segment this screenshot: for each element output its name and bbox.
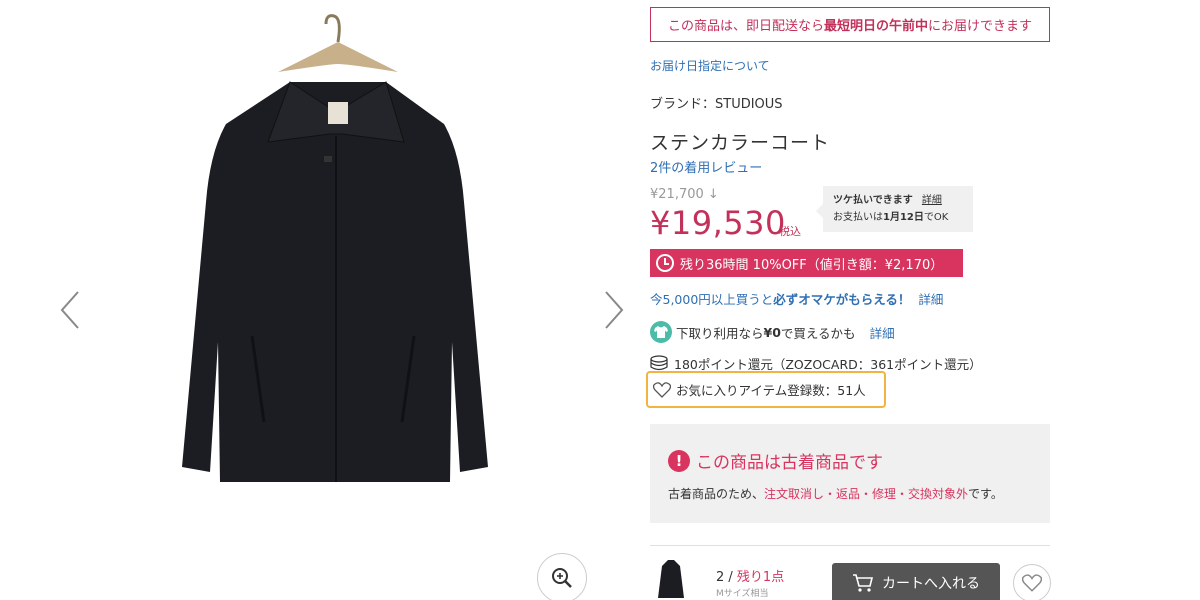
omake-emphasis: 必ずオマケがもらえる！ [773,292,911,307]
cart-icon [853,574,874,592]
delivery-date-link[interactable]: お届け日指定について [650,57,770,74]
tax-label: 税込 [779,225,801,238]
trade-in-promo: 下取り利用なら ¥0 で買えるかも 詳細 [650,320,895,344]
stock-status: 2 / 残り1点 [716,566,784,585]
zoom-in-icon [552,568,572,588]
product-gallery [0,0,640,600]
brand-line[interactable]: ブランド：STUDIOUS [650,93,783,112]
delivery-suffix: にお届けできます [928,19,1033,34]
delivery-emphasis: 最短明日の午前中 [823,19,928,34]
time-sale-banner: 残り36時間 10%OFF（値引き額：¥2,170） [650,249,963,277]
tsuke-line-prefix: お支払いは [833,212,883,223]
used-notice-title: この商品は古着商品です [696,453,883,473]
add-to-cart-label: カートへ入れる [882,576,980,592]
zoom-button[interactable] [537,553,587,600]
variant-thumbnail[interactable] [656,558,686,600]
points-info: 180ポイント還元（ZOZOCARD：361ポイント還元） [650,353,982,373]
tsuke-payment-tooltip: ツケ払いできます 詳細 お支払いは1月12日でOK [816,186,973,232]
next-image-arrow-icon[interactable] [598,288,628,332]
tsuke-title: ツケ払いできます [833,195,913,206]
current-price: ¥19,530 [650,204,786,242]
omake-detail-link[interactable]: 詳細 [918,292,943,307]
favorite-button[interactable] [1013,564,1051,600]
used-desc-prefix: 古着商品のため、 [668,487,765,501]
sale-text: 残り36時間 10%OFF（値引き額：¥2,170） [680,257,944,273]
used-item-notice: ! この商品は古着商品です 古着商品のため、注文取消し・返品・修理・交換対象外で… [650,424,1050,523]
trade-in-prefix: 下取り利用なら [676,325,764,341]
heart-icon [653,381,671,398]
heart-outline-icon [1022,574,1042,592]
delivery-notice: この商品は、即日配送なら 最短明日の午前中 にお届けできます [650,7,1050,42]
omake-prefix: 今5,000円以上買うと [650,292,774,307]
tsuke-line-suffix: でOK [923,212,949,223]
add-to-cart-button[interactable]: カートへ入れる [832,563,1000,600]
favorite-count[interactable]: お気に入りアイテム登録数：51人 [646,371,886,408]
reviews-link[interactable]: 2件の着用レビュー [650,157,762,176]
tsuke-date: 1月12日 [883,212,924,223]
trade-in-suffix: で買えるかも [780,325,856,341]
coin-stack-icon [650,355,668,371]
exclamation-icon: ! [668,449,690,472]
divider [650,545,1050,546]
used-desc-emphasis: 注文取消し・返品・修理・交換対象外 [764,487,969,501]
points-text: 180ポイント還元（ZOZOCARD：361ポイント還元） [674,356,982,372]
trade-in-detail-link[interactable]: 詳細 [870,323,895,342]
used-desc-suffix: です。 [968,487,1003,501]
delivery-prefix: この商品は、即日配送なら [667,19,824,34]
favorite-count-text: お気に入りアイテム登録数：51人 [676,383,866,398]
omake-promo[interactable]: 今5,000円以上買うと必ずオマケがもらえる！ 詳細 [650,289,943,308]
tshirt-icon [650,321,672,343]
clock-icon [656,254,674,272]
previous-image-arrow-icon[interactable] [56,288,86,332]
product-info-panel: この商品は、即日配送なら 最短明日の午前中 にお届けできます お届け日指定につい… [646,0,1051,600]
product-title: ステンカラーコート [650,132,831,154]
stock-count: 2 / [716,570,737,585]
size-label: Mサイズ相当 [716,589,769,599]
original-price: ¥21,700 ↓ [650,187,719,202]
tsuke-detail-link[interactable]: 詳細 [922,195,942,206]
trade-in-emphasis: ¥0 [763,324,781,340]
stock-remaining: 残り1点 [736,570,785,585]
product-image [182,14,488,482]
